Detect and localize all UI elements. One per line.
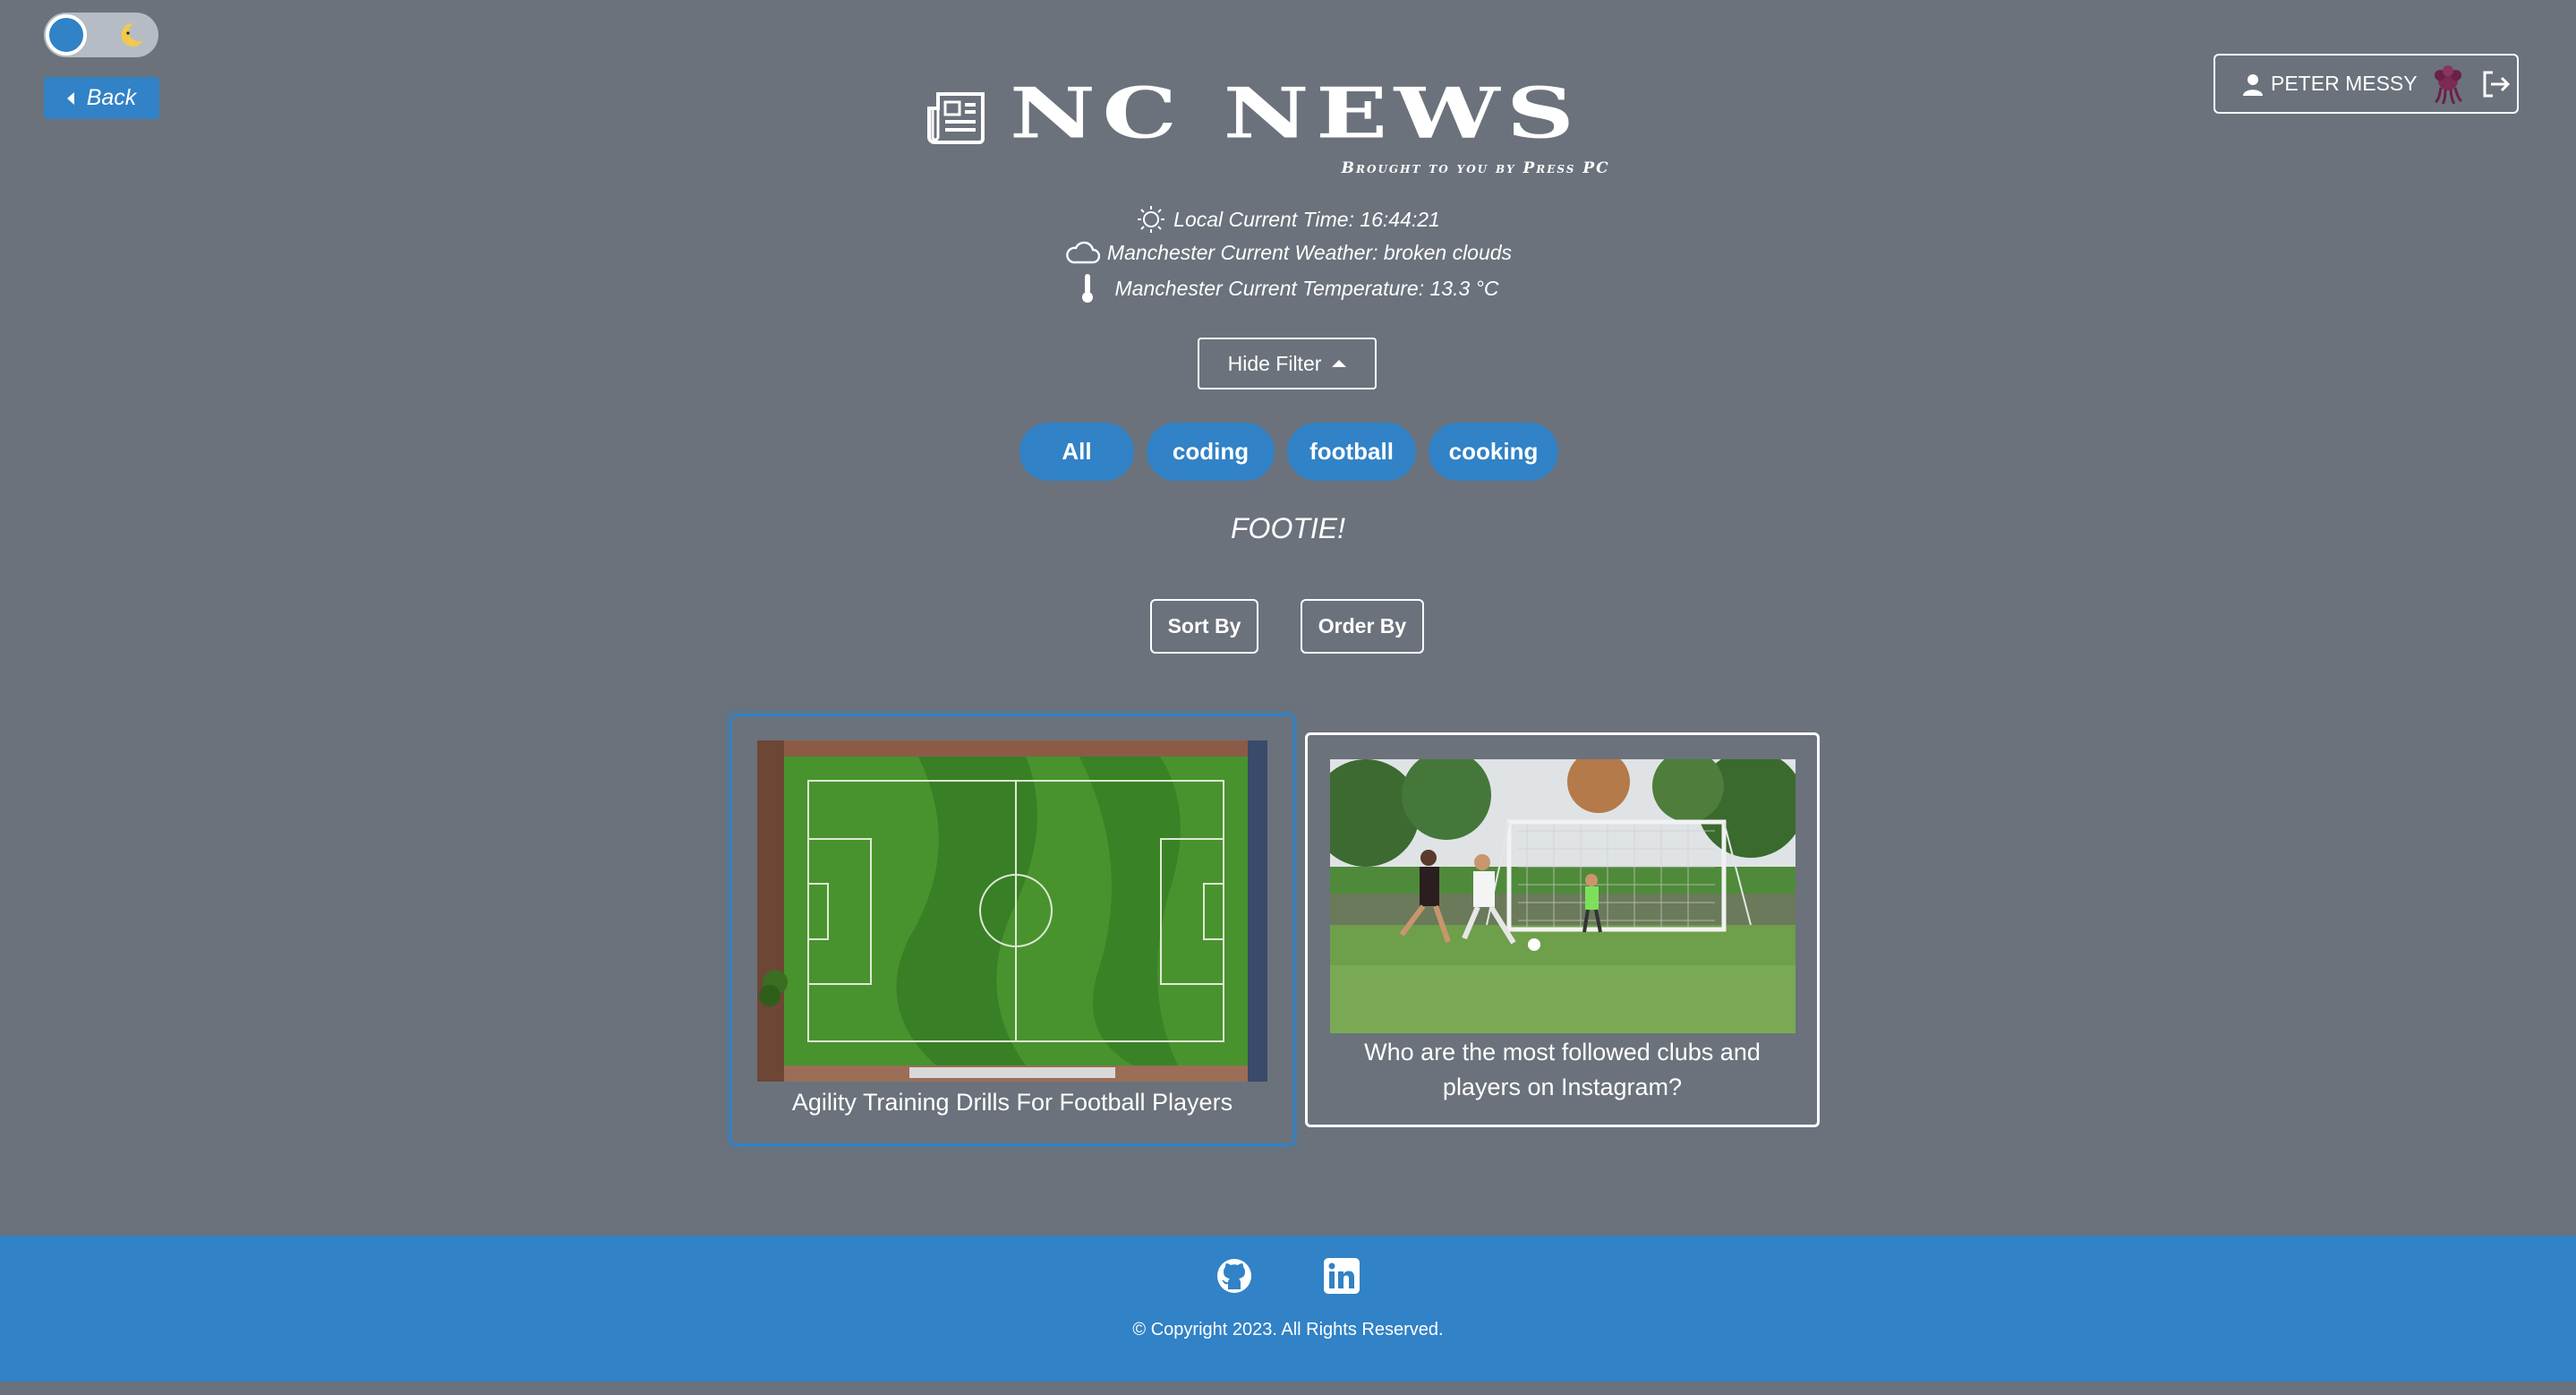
caret-left-icon [66, 91, 74, 105]
topic-filter: All coding football cooking [1019, 423, 1558, 481]
site-title[interactable]: NC NEWS [1010, 79, 1581, 148]
avatar [2434, 64, 2462, 104]
github-icon[interactable] [1215, 1257, 1253, 1295]
toggle-knob [46, 14, 87, 56]
weather-row: Manchester Current Weather: broken cloud… [0, 240, 2576, 265]
weather: Manchester Current Weather: broken cloud… [1106, 240, 1513, 264]
topic-pill-all[interactable]: All [1019, 423, 1134, 481]
user-profile-box[interactable]: PETER MESSY [2213, 54, 2519, 114]
site-header: NC NEWS Brought to you by Press PC [927, 79, 1608, 177]
sun-icon [1138, 206, 1165, 233]
cloud-icon [1066, 241, 1100, 264]
article-card[interactable]: Who are the most followed clubs and play… [1305, 732, 1820, 1127]
caret-up-icon [1332, 360, 1347, 367]
topic-pill-football[interactable]: football [1287, 423, 1416, 481]
logout-icon[interactable] [2480, 68, 2512, 100]
topic-heading: FOOTIE! [1231, 512, 1345, 544]
theme-toggle[interactable] [44, 13, 158, 57]
article-image [1329, 759, 1796, 1033]
newspaper-icon [927, 92, 985, 144]
hide-filter-button[interactable]: Hide Filter [1198, 338, 1377, 389]
user-name: PETER MESSY [2271, 72, 2418, 95]
copyright-text: © Copyright 2023. All Rights Reserved. [1132, 1320, 1444, 1339]
linkedin-icon[interactable] [1323, 1257, 1361, 1295]
moon-icon [121, 22, 143, 47]
site-footer: © Copyright 2023. All Rights Reserved. [0, 1236, 2576, 1382]
order-by-button[interactable]: Order By [1301, 599, 1424, 654]
hide-filter-label: Hide Filter [1227, 351, 1322, 375]
site-tagline: Brought to you by Press PC [1341, 159, 1610, 177]
sort-by-button[interactable]: Sort By [1150, 599, 1258, 654]
user-icon [2243, 73, 2263, 96]
article-title[interactable]: Who are the most followed clubs and play… [1308, 1035, 1817, 1105]
article-card[interactable]: Agility Training Drills For Football Pla… [729, 714, 1295, 1146]
back-label: Back [86, 85, 137, 110]
topic-pill-coding[interactable]: coding [1147, 423, 1275, 481]
thermometer-icon [1081, 274, 1093, 303]
temperature-row: Manchester Current Temperature: 13.3 °C [0, 272, 2576, 304]
article-title[interactable]: Agility Training Drills For Football Pla… [792, 1085, 1233, 1120]
article-image [757, 740, 1267, 1082]
topic-pill-cooking[interactable]: cooking [1429, 423, 1558, 481]
temperature: Manchester Current Temperature: 13.3 °C [1114, 276, 1499, 300]
local-time-row: Local Current Time: 16:44:21 [0, 204, 2576, 235]
back-button[interactable]: Back [44, 77, 159, 119]
local-time: Local Current Time: 16:44:21 [1173, 207, 1440, 231]
